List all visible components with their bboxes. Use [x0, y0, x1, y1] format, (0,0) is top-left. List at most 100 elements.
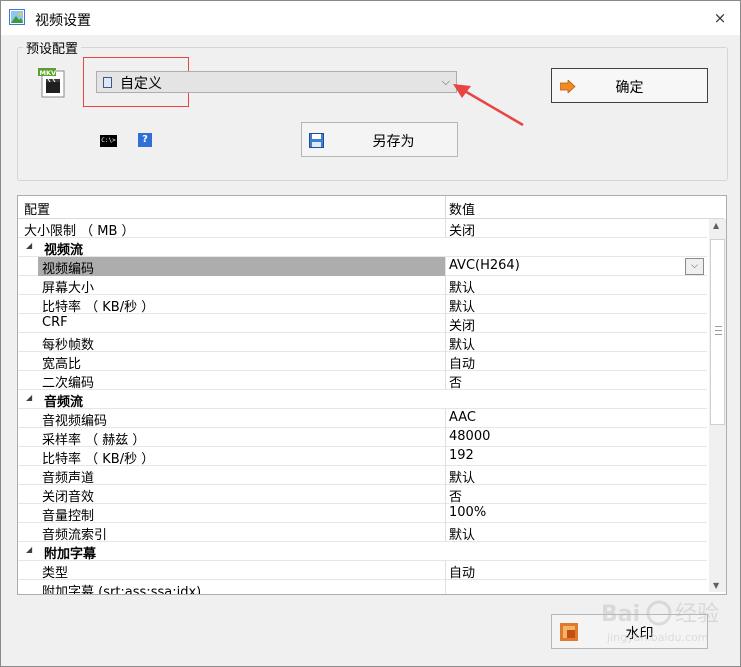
grid-row-value[interactable]: 关闭: [449, 315, 475, 334]
grid-row[interactable]: 视频编码 AVC(H264) ⌵: [18, 257, 707, 277]
selected-row-highlight: [38, 257, 445, 276]
watermark-text: 经验: [675, 602, 719, 627]
grid-row-name: 屏幕大小: [42, 281, 95, 296]
grid-row-value[interactable]: 48000: [449, 429, 490, 444]
grid-row-value[interactable]: AAC: [449, 410, 476, 425]
grid-row[interactable]: 音频声道 默认: [18, 466, 707, 486]
column-divider: [445, 447, 446, 466]
grid-row[interactable]: 比特率 （ KB/秒 ） 192: [18, 447, 707, 467]
grid-row-value[interactable]: 关闭: [449, 220, 475, 239]
baidu-jingyan-watermark: Bai 经验 jingyan.baidu.com: [601, 600, 719, 644]
grid-row[interactable]: 每秒帧数 默认: [18, 333, 707, 353]
value-dropdown-chevron-icon[interactable]: ⌵: [685, 258, 704, 275]
video-settings-window: 视频设置 × 预设配置 MKV 自定义 ⌵ 确定 C:\> ? 另存为 配置 数…: [0, 0, 741, 667]
column-divider: [445, 504, 446, 523]
grid-row[interactable]: 屏幕大小 默认: [18, 276, 707, 296]
column-divider: [445, 561, 446, 580]
title-bar: 视频设置 ×: [1, 1, 740, 35]
grid-row[interactable]: 比特率 （ KB/秒 ） 默认: [18, 295, 707, 315]
grid-rows: 大小限制 （ MB ）关闭 ◢ 视频流 视频编码 AVC(H264) ⌵ 屏幕大小 默认 比特率…: [18, 219, 707, 594]
scroll-down-icon[interactable]: ▼: [713, 581, 719, 590]
column-divider: [445, 580, 446, 594]
grid-row[interactable]: 音频流索引 默认: [18, 523, 707, 543]
grid-row-value[interactable]: 默认: [449, 524, 475, 543]
preset-dropdown[interactable]: 自定义 ⌵: [96, 71, 457, 93]
grid-row-value[interactable]: 默认: [449, 467, 475, 486]
watermark-url: jingyan.baidu.com: [606, 631, 709, 644]
grid-row-value[interactable]: 自动: [449, 562, 475, 581]
grid-row[interactable]: 采样率 （ 赫兹 ） 48000: [18, 428, 707, 448]
ok-button[interactable]: 确定: [551, 68, 708, 103]
column-header-config: 配置: [24, 203, 51, 218]
scroll-up-icon[interactable]: ▲: [713, 221, 719, 230]
column-divider: [445, 485, 446, 504]
column-divider: [445, 219, 446, 238]
grid-row-name: 音频声道: [42, 471, 95, 486]
collapse-triangle-icon[interactable]: ◢: [26, 241, 32, 250]
column-divider: [445, 257, 446, 276]
watermark-brand: Bai: [601, 602, 640, 627]
grid-row[interactable]: 音量控制 100%: [18, 504, 707, 524]
column-divider: [445, 466, 446, 485]
grid-row-name: 音频流索引: [42, 528, 108, 543]
document-icon: [103, 77, 112, 88]
grid-row-value[interactable]: 100%: [449, 505, 486, 520]
grid-row[interactable]: CRF 关闭: [18, 314, 707, 334]
grid-row-name: 采样率 （ 赫兹 ）: [42, 433, 146, 448]
grid-category-row[interactable]: ◢ 附加字幕: [18, 542, 707, 562]
floppy-disk-icon: [309, 133, 324, 148]
column-divider: [445, 428, 446, 447]
save-as-button[interactable]: 另存为: [301, 122, 458, 157]
grid-row-name: 每秒帧数: [42, 338, 95, 353]
grid-row-name: 视频编码: [42, 262, 95, 277]
grid-row-name: 音频流: [44, 395, 84, 410]
ok-button-label: 确定: [615, 80, 644, 96]
help-icon[interactable]: ?: [138, 133, 152, 147]
column-divider: [445, 409, 446, 428]
preset-dropdown-value: 自定义: [120, 76, 162, 92]
grid-row-value[interactable]: AVC(H264): [449, 258, 520, 273]
collapse-triangle-icon[interactable]: ◢: [26, 393, 32, 402]
grid-row-value[interactable]: 否: [449, 486, 462, 505]
grid-row-value[interactable]: 否: [449, 372, 462, 391]
thumb-grip-line: [715, 334, 722, 335]
grid-row-name: 视频流: [44, 243, 84, 258]
settings-picture-icon: [9, 9, 25, 25]
grid-row-name: CRF: [42, 315, 68, 330]
grid-row[interactable]: 音视频编码 AAC: [18, 409, 707, 429]
column-divider: [445, 523, 446, 542]
grid-row-value[interactable]: 192: [449, 448, 474, 463]
thumb-grip-line: [715, 326, 722, 327]
command-line-icon[interactable]: C:\>: [100, 135, 117, 147]
scrollbar-thumb[interactable]: [710, 239, 725, 425]
grid-row-name: 宽高比: [42, 357, 82, 372]
grid-row-name: 大小限制 （ MB ）: [24, 224, 135, 239]
column-divider: [445, 276, 446, 295]
grid-row-name: 比特率 （ KB/秒 ）: [42, 300, 155, 315]
grid-row-value[interactable]: 自动: [449, 353, 475, 372]
grid-row-name: 音视频编码: [42, 414, 108, 429]
grid-row[interactable]: 大小限制 （ MB ） 关闭: [18, 219, 707, 239]
close-button[interactable]: ×: [708, 7, 732, 29]
grid-row[interactable]: 类型 自动: [18, 561, 707, 581]
column-divider: [445, 295, 446, 314]
grid-row-value[interactable]: 默认: [449, 277, 475, 296]
column-divider: [445, 352, 446, 371]
grid-row-value[interactable]: 默认: [449, 296, 475, 315]
grid-row-name: 二次编码: [42, 376, 95, 391]
vertical-scrollbar[interactable]: ▲ ▼: [709, 219, 726, 592]
property-grid[interactable]: 配置 数值 大小限制 （ MB ）关闭 ◢ 视频流 视频编码 AVC(H264) ⌵ 屏幕大…: [17, 195, 727, 595]
grid-row[interactable]: 宽高比 自动: [18, 352, 707, 372]
grid-row[interactable]: 二次编码 否: [18, 371, 707, 391]
grid-header: 配置 数值: [18, 196, 724, 219]
grid-row[interactable]: 关闭音效 否: [18, 485, 707, 505]
column-divider: [445, 314, 446, 333]
grid-category-row[interactable]: ◢ 视频流: [18, 238, 707, 258]
mkv-file-icon: MKV: [38, 68, 65, 98]
collapse-triangle-icon[interactable]: ◢: [26, 545, 32, 554]
grid-row-value[interactable]: 默认: [449, 334, 475, 353]
grid-row-name: 类型: [42, 566, 69, 581]
column-header-value: 数值: [449, 203, 476, 218]
grid-row-name: 比特率 （ KB/秒 ）: [42, 452, 155, 467]
grid-category-row[interactable]: ◢ 音频流: [18, 390, 707, 410]
